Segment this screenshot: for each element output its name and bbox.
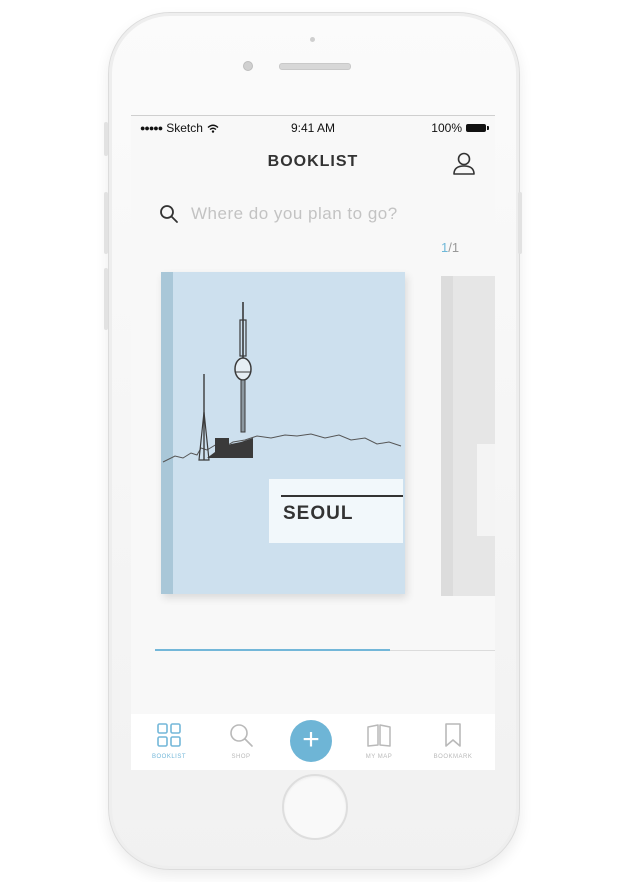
search-icon <box>160 205 178 223</box>
book-label-next <box>477 444 495 536</box>
page-title: BOOKLIST <box>267 153 359 170</box>
power-button <box>518 192 522 254</box>
book-title: SEOUL <box>283 503 354 524</box>
home-button[interactable] <box>282 774 348 840</box>
volume-down-button <box>104 268 108 330</box>
volume-up-button <box>104 192 108 254</box>
search-bar[interactable] <box>159 200 479 228</box>
book-card-seoul[interactable]: SEOUL <box>161 272 405 594</box>
search-input[interactable] <box>189 203 473 225</box>
book-label: SEOUL <box>269 479 403 543</box>
page-total: /1 <box>448 240 460 255</box>
tab-bookmark-label: BOOKMARK <box>433 754 473 760</box>
tab-bar: BOOKLIST SHOP + MY MAP BOOKMARK <box>131 714 495 770</box>
tab-booklist[interactable]: BOOKLIST <box>139 714 199 770</box>
earpiece-speaker <box>279 63 351 70</box>
battery-percent: 100% <box>431 121 462 135</box>
proximity-sensor <box>310 37 315 42</box>
page-indicator: 1/1 <box>441 240 459 255</box>
tab-my-map[interactable]: MY MAP <box>349 714 409 770</box>
map-book-icon <box>367 724 391 747</box>
mute-switch <box>104 122 108 156</box>
add-button[interactable]: + <box>290 720 332 762</box>
seoul-skyline-illustration <box>162 302 402 463</box>
battery-icon <box>466 124 489 132</box>
tab-bookmark[interactable]: BOOKMARK <box>423 714 483 770</box>
book-card-next[interactable] <box>441 276 495 596</box>
status-bar: ●●●●● Sketch 9:41 AM 100% <box>131 116 495 138</box>
bookmark-icon <box>445 723 461 747</box>
front-camera <box>243 61 253 71</box>
grid-icon <box>157 723 181 747</box>
tab-shop[interactable]: SHOP <box>211 714 271 770</box>
app-screen: ●●●●● Sketch 9:41 AM 100% BOOKLIST 1/1 <box>131 115 495 770</box>
tab-my-map-label: MY MAP <box>365 754 393 760</box>
scroll-progress-fill <box>155 649 390 651</box>
tab-shop-label: SHOP <box>231 754 251 760</box>
tab-booklist-label: BOOKLIST <box>151 754 186 760</box>
label-divider <box>281 495 403 497</box>
book-spine-next <box>441 276 453 596</box>
search-icon <box>230 724 253 747</box>
profile-icon[interactable] <box>451 150 477 176</box>
